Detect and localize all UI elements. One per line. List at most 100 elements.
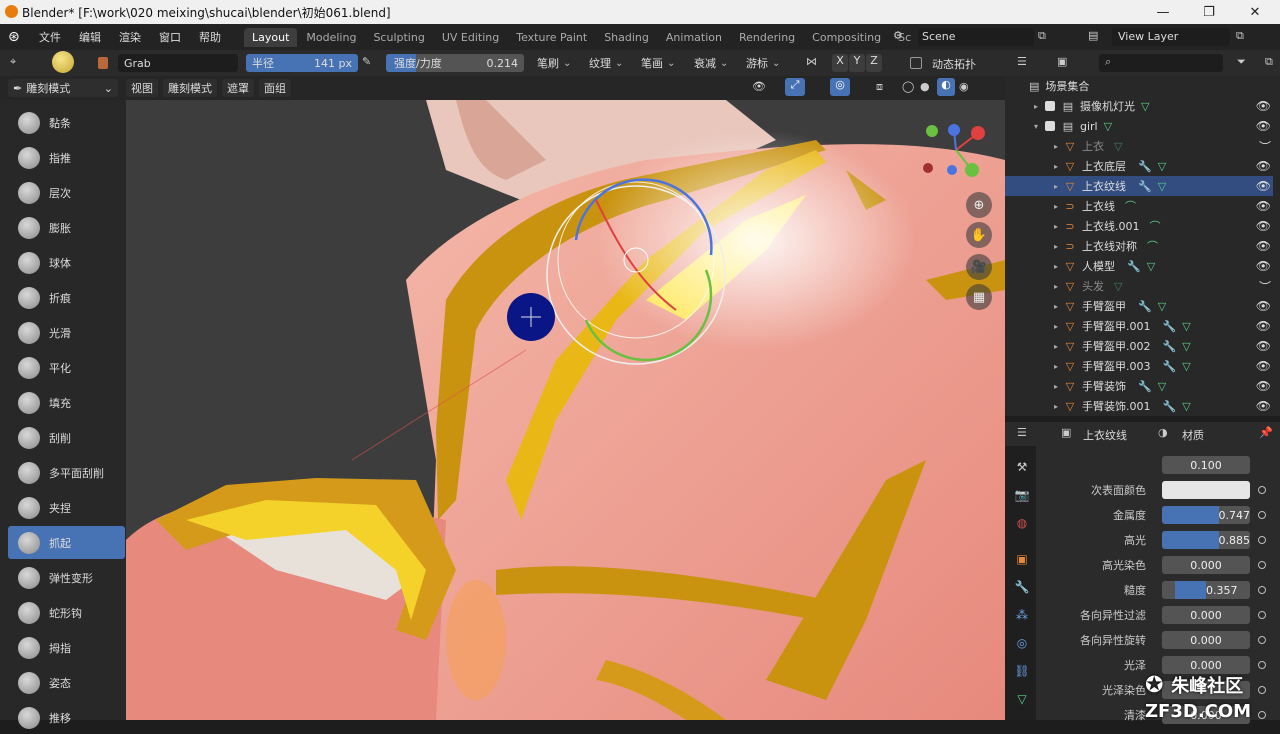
- tool-scrape[interactable]: 刮削: [8, 421, 125, 454]
- collapsed-triangle-icon[interactable]: ▸: [1051, 382, 1061, 391]
- collapsed-triangle-icon[interactable]: ▸: [1051, 362, 1061, 371]
- mesh-data-icon[interactable]: ▽: [1158, 380, 1166, 393]
- collapsed-triangle-icon[interactable]: ▸: [1051, 242, 1061, 251]
- color-swatch[interactable]: [1162, 481, 1250, 499]
- physics-tab-icon[interactable]: ◎: [1013, 634, 1031, 652]
- workspace-tab-1[interactable]: Modeling: [298, 28, 364, 47]
- tool-thumb[interactable]: 拇指: [8, 631, 125, 664]
- outliner-row[interactable]: ▸ ▽ 手臂盔甲.001 🔧 ▽ 👁: [1005, 316, 1273, 336]
- mesh-data-icon[interactable]: ▽: [1182, 360, 1190, 373]
- properties-editor-icon[interactable]: ☰: [1017, 426, 1027, 439]
- workspace-tab-4[interactable]: Texture Paint: [508, 28, 595, 47]
- modifier-wrench-icon[interactable]: 🔧: [1138, 180, 1152, 193]
- tool-nudge[interactable]: 指推: [8, 141, 125, 174]
- property-slider[interactable]: 0.000: [1162, 606, 1250, 624]
- eye-icon[interactable]: 👁: [1256, 219, 1271, 233]
- axis-z-toggle[interactable]: Z: [866, 54, 882, 72]
- collapsed-triangle-icon[interactable]: ▸: [1051, 182, 1061, 191]
- property-slider[interactable]: 0.000: [1162, 631, 1250, 649]
- eye-icon[interactable]: 👁: [1256, 239, 1271, 253]
- workspace-tab-2[interactable]: Sculpting: [365, 28, 432, 47]
- menu-item-4[interactable]: 帮助: [190, 29, 230, 45]
- object-tab-icon[interactable]: ▣: [1013, 550, 1031, 568]
- tool-multiplane-scrape[interactable]: 多平面刮削: [8, 456, 125, 489]
- tool-layer[interactable]: 层次: [8, 176, 125, 209]
- zoom-icon[interactable]: ⊕: [966, 192, 992, 218]
- axis-x-toggle[interactable]: X: [832, 54, 848, 72]
- overlay-toggle-icon[interactable]: ◎: [830, 78, 850, 96]
- outliner-row[interactable]: ▸ ⊃ 上衣线对称 ⌒ 👁: [1005, 236, 1273, 256]
- expand-triangle-icon[interactable]: ▾: [1031, 122, 1041, 131]
- mesh-data-icon[interactable]: ▽: [1182, 320, 1190, 333]
- hidden-eye-icon[interactable]: ︶: [1259, 278, 1271, 295]
- tool-pinch[interactable]: 夹捏: [8, 491, 125, 524]
- property-slider[interactable]: 0.747: [1162, 506, 1250, 524]
- collapsed-triangle-icon[interactable]: ▸: [1051, 302, 1061, 311]
- new-collection-icon[interactable]: ⧉: [1265, 55, 1273, 69]
- scene-field[interactable]: Scene: [918, 28, 1034, 46]
- mesh-data-icon[interactable]: ▽: [1158, 300, 1166, 313]
- workspace-tab-3[interactable]: UV Editing: [434, 28, 507, 47]
- dyntopo-checkbox[interactable]: [910, 57, 922, 69]
- property-slider[interactable]: 0.357: [1162, 581, 1250, 599]
- eye-icon[interactable]: 👁: [1256, 119, 1271, 133]
- menu-item-0[interactable]: 文件: [30, 29, 70, 45]
- constraints-tab-icon[interactable]: ⛓: [1013, 662, 1031, 680]
- mesh-data-icon[interactable]: ▽: [1182, 400, 1190, 413]
- eye-icon[interactable]: 👁: [1256, 299, 1271, 313]
- particles-tab-icon[interactable]: ⁂: [1013, 606, 1031, 624]
- eye-icon[interactable]: 👁: [1256, 159, 1271, 173]
- collapsed-triangle-icon[interactable]: ▸: [1051, 402, 1061, 411]
- editor-type-icon[interactable]: ⌖: [10, 55, 16, 69]
- menu-item-2[interactable]: 渲染: [110, 29, 150, 45]
- wireframe-shading-icon[interactable]: ◯: [902, 80, 914, 93]
- outliner-row[interactable]: ▸ ▽ 手臂盔甲 🔧 ▽ 👁: [1005, 296, 1273, 316]
- outliner-row[interactable]: ▸ ▽ 人模型 🔧 ▽ 👁: [1005, 256, 1273, 276]
- workspace-tab-8[interactable]: Compositing: [804, 28, 889, 47]
- strength-field[interactable]: 强度/力度 0.214: [386, 54, 524, 72]
- data-tab-icon[interactable]: ▽: [1013, 690, 1031, 708]
- collapsed-triangle-icon[interactable]: ▸: [1051, 282, 1061, 291]
- tool-snake-hook[interactable]: 蛇形钩: [8, 596, 125, 629]
- camera-view-icon[interactable]: 🎥: [966, 254, 992, 280]
- modifier-wrench-icon[interactable]: 🔧: [1163, 360, 1177, 373]
- outliner-row[interactable]: ▸ ▽ 手臂装饰.001 🔧 ▽ 👁: [1005, 396, 1273, 416]
- keyframe-dot-icon[interactable]: [1258, 561, 1266, 569]
- grid-perspective-icon[interactable]: ▦: [966, 284, 992, 310]
- curve-data-icon[interactable]: ⌒: [1147, 238, 1158, 254]
- cursor-dropdown[interactable]: 游标: [746, 54, 780, 72]
- render-tab-icon[interactable]: 📷: [1013, 486, 1031, 504]
- collapsed-triangle-icon[interactable]: ▸: [1051, 222, 1061, 231]
- texture-dropdown[interactable]: 纹理: [589, 54, 623, 72]
- keyframe-dot-icon[interactable]: [1258, 536, 1266, 544]
- axis-y-toggle[interactable]: Y: [849, 54, 865, 72]
- modifier-wrench-icon[interactable]: 🔧: [1138, 380, 1152, 393]
- tool-nudge2[interactable]: 推移: [8, 701, 125, 734]
- falloff-dropdown[interactable]: 衰减: [694, 54, 728, 72]
- xray-icon[interactable]: ⧈: [876, 80, 883, 94]
- expand-triangle-icon[interactable]: ▸: [1031, 102, 1041, 111]
- mesh-data-icon[interactable]: ▽: [1104, 120, 1112, 133]
- eye-icon[interactable]: 👁: [1256, 399, 1271, 413]
- outliner-row[interactable]: ▸ ▽ 手臂盔甲.003 🔧 ▽ 👁: [1005, 356, 1273, 376]
- blender-menu-icon[interactable]: ⊛: [8, 29, 30, 45]
- modifier-tab-icon[interactable]: 🔧: [1013, 578, 1031, 596]
- tool-crease[interactable]: 折痕: [8, 281, 125, 314]
- outliner-row[interactable]: ▸ ▽ 上衣纹线 🔧 ▽ 👁: [1005, 176, 1273, 196]
- mode-dropdown[interactable]: ✒ 雕刻模式 ⌄: [8, 79, 118, 97]
- new-scene-icon[interactable]: ⧉: [1038, 29, 1046, 43]
- eye-icon[interactable]: 👁: [1256, 199, 1271, 213]
- outliner-row[interactable]: ▸ ▽ 上衣 ▽ ︶: [1005, 136, 1273, 156]
- modifier-wrench-icon[interactable]: 🔧: [1163, 320, 1177, 333]
- collapsed-triangle-icon[interactable]: ▸: [1051, 262, 1061, 271]
- brush-dropdown[interactable]: 笔刷: [537, 54, 571, 72]
- keyframe-dot-icon[interactable]: [1258, 511, 1266, 519]
- rendered-shading-icon[interactable]: ◉: [959, 80, 969, 93]
- outliner-search-input[interactable]: [1099, 54, 1223, 72]
- curve-data-icon[interactable]: ⌒: [1125, 198, 1136, 214]
- modifier-wrench-icon[interactable]: 🔧: [1163, 400, 1177, 413]
- pin-icon[interactable]: 📌: [1259, 426, 1273, 439]
- tool-pose[interactable]: 姿态: [8, 666, 125, 699]
- minimize-button[interactable]: —: [1140, 0, 1186, 24]
- keyframe-dot-icon[interactable]: [1258, 586, 1266, 594]
